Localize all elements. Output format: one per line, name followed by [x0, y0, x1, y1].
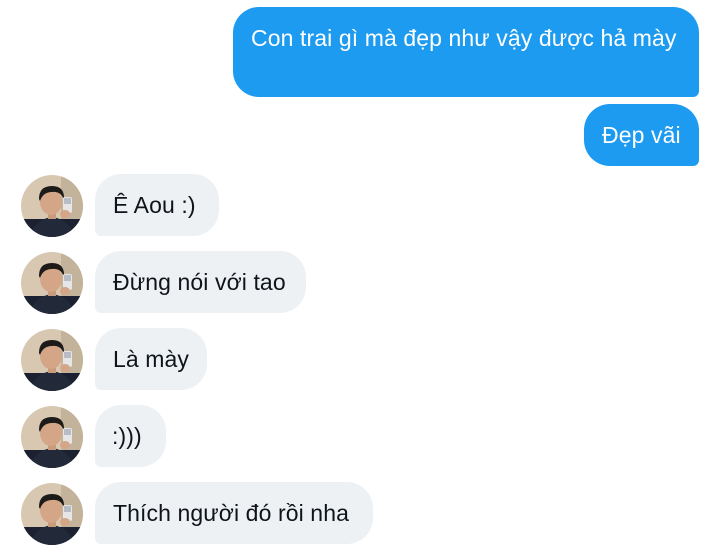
message-text: Là mày	[113, 346, 190, 372]
avatar[interactable]	[21, 252, 83, 314]
message-text: Đẹp vãi	[602, 122, 681, 148]
received-message-bubble[interactable]: :)))	[95, 405, 166, 467]
message-text: :)))	[112, 423, 142, 449]
message-text: Con trai gì mà đẹp như vậy được hả mày	[251, 25, 677, 51]
message-text: Thích người đó rồi nha	[113, 500, 349, 526]
received-message-bubble[interactable]: Đừng nói với tao	[95, 251, 306, 313]
avatar[interactable]	[21, 483, 83, 545]
message-text: Ê Aou :)	[113, 192, 196, 218]
received-message-bubble[interactable]: Là mày	[95, 328, 207, 390]
avatar[interactable]	[21, 406, 83, 468]
received-message-bubble[interactable]: Thích người đó rồi nha	[95, 482, 373, 544]
received-message-bubble[interactable]: Ê Aou :)	[95, 174, 219, 236]
sent-message-bubble[interactable]: Con trai gì mà đẹp như vậy được hả mày	[233, 7, 699, 97]
avatar[interactable]	[21, 175, 83, 237]
message-text: Đừng nói với tao	[113, 269, 286, 295]
conversation-thread: Con trai gì mà đẹp như vậy được hả mày Đ…	[0, 0, 720, 549]
sent-message-bubble[interactable]: Đẹp vãi	[584, 104, 699, 166]
avatar[interactable]	[21, 329, 83, 391]
